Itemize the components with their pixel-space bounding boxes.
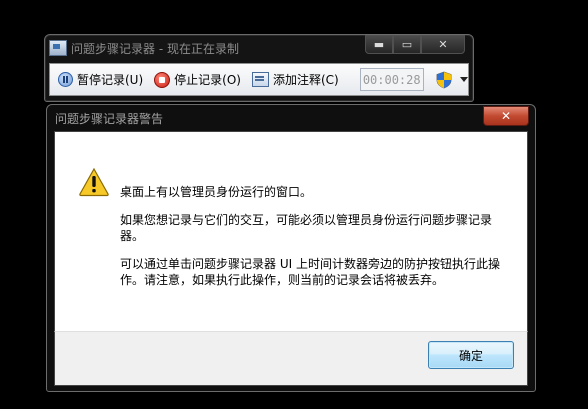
dialog-message: 桌面上有以管理员身份运行的窗口。 如果您想记录与它们的交互，可能必须以管理员身份… (120, 184, 510, 300)
steps-recorder-window: 问题步骤记录器 - 现在正在录制 ▬ ▭ ✕ 暂停记录(U) 停止记录(O) 添… (44, 34, 474, 102)
recorder-close-button[interactable]: ✕ (421, 35, 465, 54)
minimize-button[interactable]: ▬ (365, 35, 393, 54)
stop-record-button[interactable]: 停止记录(O) (151, 68, 244, 92)
recorder-title: 问题步骤记录器 - 现在正在录制 (71, 41, 239, 56)
pause-icon (58, 72, 73, 87)
recorder-app-icon (49, 40, 67, 56)
message-line-3: 可以通过单击问题步骤记录器 UI 上时间计数器旁边的防护按钮执行此操作。请注意，… (120, 257, 500, 287)
uac-shield-icon[interactable] (436, 71, 452, 89)
dropdown-arrow-icon[interactable] (459, 77, 468, 82)
pause-record-button[interactable]: 暂停记录(U) (55, 68, 146, 92)
message-line-1: 桌面上有以管理员身份运行的窗口。 (120, 185, 313, 199)
comment-icon (251, 72, 269, 87)
maximize-button[interactable]: ▭ (393, 35, 421, 54)
recorder-toolbar: 暂停记录(U) 停止记录(O) 添加注释(C) 00:00:28 (49, 63, 469, 96)
recorder-caption-buttons: ▬ ▭ ✕ (365, 35, 465, 54)
stop-icon (154, 71, 171, 88)
dialog-close-button[interactable]: ✕ (483, 106, 529, 126)
elapsed-timer: 00:00:28 (359, 68, 424, 91)
pause-record-label: 暂停记录(U) (77, 73, 144, 87)
dialog-content: 桌面上有以管理员身份运行的窗口。 如果您想记录与它们的交互，可能必须以管理员身份… (54, 131, 528, 333)
dialog-title: 问题步骤记录器警告 (55, 112, 164, 126)
add-comment-label: 添加注释(C) (272, 73, 339, 87)
warning-dialog: 问题步骤记录器警告 ✕ 桌面上有以管理员身份运行的窗口。 如果您想记录与它们的交… (46, 104, 536, 392)
message-line-2: 如果您想记录与它们的交互，可能必须以管理员身份运行问题步骤记录器。 (120, 213, 493, 243)
recorder-title-bar[interactable]: 问题步骤记录器 - 现在正在录制 (49, 38, 379, 58)
ok-button[interactable]: 确定 (428, 341, 514, 369)
stop-record-label: 停止记录(O) (174, 73, 241, 87)
warning-icon (79, 167, 109, 197)
add-comment-button[interactable]: 添加注释(C) (249, 68, 342, 92)
